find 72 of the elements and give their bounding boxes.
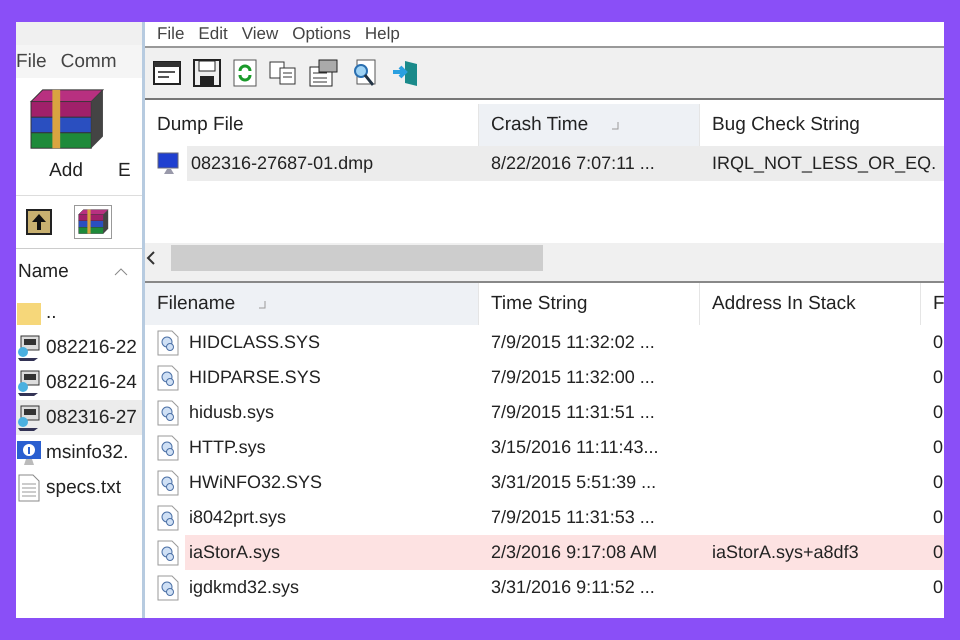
menu-item[interactable]: Options — [292, 24, 351, 44]
table-cell: 2/3/2016 9:17:08 AM — [479, 535, 700, 570]
column-header[interactable]: Crash Time — [479, 104, 700, 146]
driver-file-icon — [157, 540, 179, 566]
driver-file-icon — [157, 364, 179, 390]
table-cell-text: 0 — [932, 366, 944, 389]
filename-cell[interactable]: HIDCLASS.SYS — [185, 325, 479, 360]
computer-icon — [16, 368, 42, 396]
column-header[interactable]: Filename — [145, 283, 479, 325]
filename-cell[interactable]: HWiNFO32.SYS — [185, 465, 479, 500]
toolbar-button[interactable]: Add — [26, 86, 106, 182]
filename-cell[interactable]: i8042prt.sys — [185, 500, 479, 535]
computer-icon — [16, 334, 42, 362]
up-arrow-icon[interactable] — [24, 207, 54, 237]
filename-cell[interactable]: igdkmd32.sys — [185, 570, 479, 605]
table-cell-text: 3/15/2016 11:11:43... — [490, 436, 660, 459]
file-row[interactable]: msinfo32. — [16, 435, 142, 470]
filename-cell[interactable]: iaStorA.sys — [185, 535, 479, 570]
refresh-icon[interactable] — [233, 59, 257, 87]
menu-item[interactable]: Comm — [60, 50, 117, 72]
archive-button[interactable] — [74, 204, 112, 240]
table-cell-text: 0 — [932, 436, 944, 459]
menu-item[interactable]: Edit — [198, 24, 228, 44]
horizontal-scrollbar[interactable] — [145, 243, 944, 273]
table-cell-text: 7/9/2015 11:32:02 ... — [490, 331, 656, 354]
table-cell: IRQL_NOT_LESS_OR_EQ. — [700, 146, 944, 181]
computer-icon — [16, 404, 42, 432]
driver-file-icon — [157, 574, 179, 600]
file-row[interactable]: 082216-24 — [16, 365, 142, 400]
driver-file-icon — [157, 504, 179, 530]
filename-cell[interactable]: HIDPARSE.SYS — [185, 360, 479, 395]
menu-item[interactable]: File — [157, 24, 184, 44]
save-icon[interactable] — [193, 59, 221, 87]
table-cell-text: 7/9/2015 11:32:00 ... — [490, 366, 656, 389]
driver-file-icon — [157, 330, 179, 356]
monitor-icon — [157, 152, 181, 176]
menu-item[interactable]: View — [242, 24, 278, 44]
table-cell-text: 0 — [932, 401, 944, 424]
properties-icon[interactable] — [309, 59, 339, 87]
table-cell: 8/22/2016 7:07:11 ... — [479, 146, 700, 181]
driver-file-icon — [157, 470, 179, 496]
table-cell: iaStorA.sys+a8df3 — [700, 535, 921, 570]
filename-cell[interactable]: HTTP.sys — [185, 430, 479, 465]
table-cell-text: 0 — [932, 576, 944, 599]
table-cell-text: 0 — [932, 331, 944, 354]
table-cell: 0 — [921, 535, 944, 570]
sort-indicator-icon — [257, 299, 268, 309]
file-row[interactable]: 082316-27 — [16, 400, 142, 435]
dump-file-cell[interactable]: 082316-27687-01.dmp — [187, 146, 479, 181]
file-row[interactable]: 082216-22 — [16, 330, 142, 365]
menu-item[interactable]: Help — [364, 24, 400, 44]
filename-cell[interactable]: hidusb.sys — [185, 395, 479, 430]
exit-door-icon[interactable] — [391, 59, 419, 87]
file-row[interactable]: .. — [16, 295, 142, 330]
copy-icon[interactable] — [269, 61, 297, 85]
caret-icon — [114, 268, 128, 276]
menu-item[interactable]: File — [16, 50, 47, 72]
table-cell-text: 7/9/2015 11:31:51 ... — [490, 401, 656, 424]
window-icon[interactable] — [153, 60, 181, 86]
toolbar-button[interactable]: E — [118, 86, 131, 182]
splitter-bar[interactable] — [145, 273, 944, 283]
archive-books-icon — [77, 208, 109, 236]
table-cell-text: 0 — [932, 506, 944, 529]
table-cell-text: 7/9/2015 11:31:53 ... — [490, 506, 656, 529]
column-header[interactable]: Name — [18, 261, 69, 283]
table-cell-text: 3/31/2015 5:51:39 ... — [490, 471, 658, 494]
sort-indicator-icon — [610, 120, 620, 130]
table-cell-text: 3/31/2016 9:11:52 ... — [490, 576, 656, 599]
driver-file-icon — [157, 400, 179, 426]
driver-file-icon — [157, 434, 179, 460]
file-row[interactable]: specs.txt — [16, 470, 142, 505]
table-cell-text: 0 — [932, 471, 944, 494]
